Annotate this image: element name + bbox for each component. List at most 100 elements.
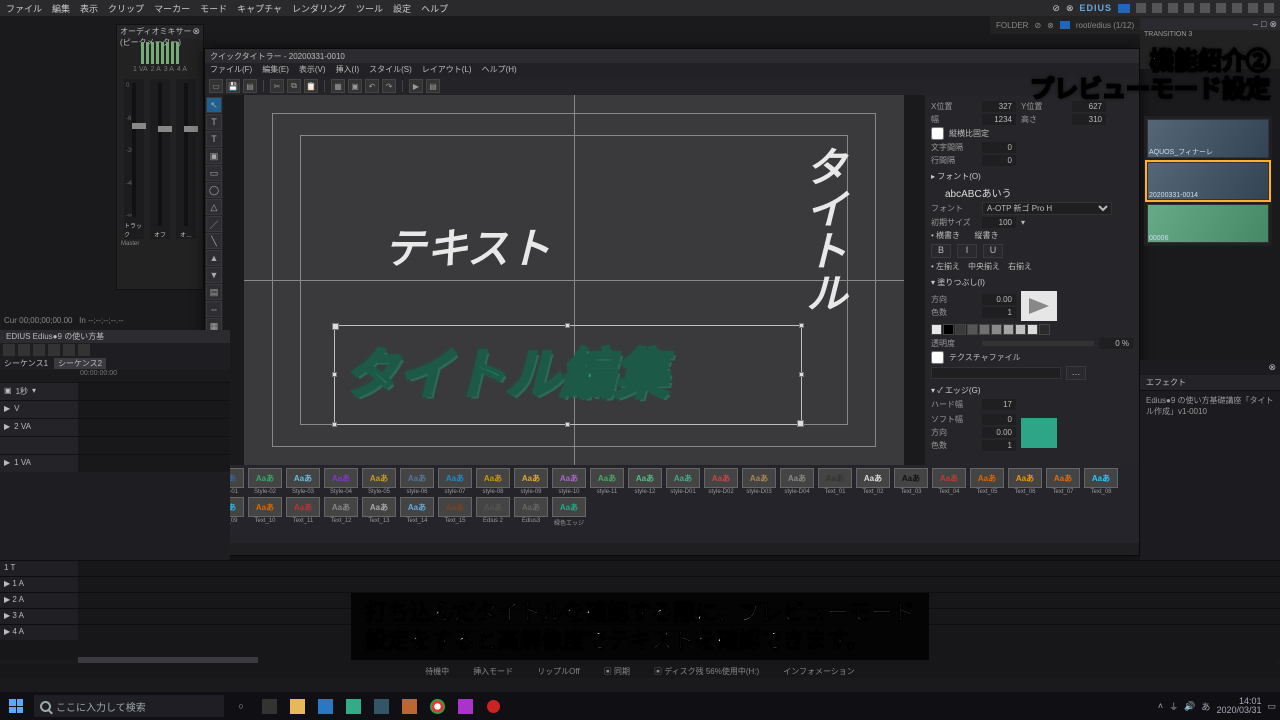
layout-icon[interactable] bbox=[1168, 3, 1178, 13]
style-preset[interactable]: AaあText_06 bbox=[1007, 468, 1043, 495]
select-tool-icon[interactable]: ↖ bbox=[206, 97, 222, 113]
style-preset[interactable]: AaあStyle-05 bbox=[361, 468, 397, 495]
paste-icon[interactable]: 📋 bbox=[304, 79, 318, 93]
style-preset[interactable]: Aaあstyle-08 bbox=[475, 468, 511, 495]
font-select[interactable]: A-OTP 新ゴ Pro H bbox=[982, 202, 1112, 215]
sample-text-v[interactable]: タイトル bbox=[793, 145, 854, 313]
app-icon[interactable] bbox=[398, 695, 420, 717]
texture-checkbox[interactable] bbox=[931, 351, 944, 364]
color-swatch[interactable] bbox=[991, 324, 1002, 335]
grid-icon[interactable] bbox=[1136, 3, 1146, 13]
size-value[interactable]: 100 bbox=[982, 217, 1016, 228]
track-header[interactable]: ▣1秒▾ bbox=[0, 383, 78, 400]
track-header[interactable] bbox=[0, 437, 78, 454]
menu-tools[interactable]: ツール bbox=[356, 2, 383, 15]
lock-aspect-checkbox[interactable] bbox=[931, 127, 944, 140]
layout-icon[interactable] bbox=[1232, 3, 1242, 13]
minimize-icon[interactable]: – bbox=[1253, 19, 1258, 29]
bold-button[interactable]: B bbox=[931, 244, 951, 258]
width-value[interactable]: 1234 bbox=[982, 114, 1016, 125]
ellipse-tool-icon[interactable]: ◯ bbox=[206, 182, 222, 198]
style-preset[interactable]: AaあText_02 bbox=[855, 468, 891, 495]
center-h-icon[interactable]: ⇔ bbox=[206, 301, 222, 317]
close-icon[interactable]: ⊘ bbox=[1052, 3, 1060, 14]
color-swatch[interactable] bbox=[955, 324, 966, 335]
style-preset[interactable]: Aaあstyle-10 bbox=[551, 468, 587, 495]
style-preset[interactable]: AaあText_11 bbox=[285, 497, 321, 527]
new-icon[interactable]: ▭ bbox=[209, 79, 223, 93]
style-preset[interactable]: AaあStyle-02 bbox=[247, 468, 283, 495]
taskview-icon[interactable] bbox=[258, 695, 280, 717]
track-header[interactable]: ▶V bbox=[0, 401, 78, 418]
menu-edit[interactable]: 編集 bbox=[52, 2, 70, 15]
copy-icon[interactable]: ⧉ bbox=[287, 79, 301, 93]
track-lane[interactable] bbox=[78, 577, 1280, 592]
timeline-ruler[interactable]: 00:00:00:00 bbox=[0, 370, 230, 382]
fill-direction-swatch[interactable] bbox=[1021, 291, 1057, 321]
color-swatch[interactable] bbox=[967, 324, 978, 335]
track-lane[interactable] bbox=[78, 401, 230, 418]
style-preset[interactable]: AaあText_13 bbox=[361, 497, 397, 527]
style-preset[interactable]: AaあStyle-04 bbox=[323, 468, 359, 495]
style-preset[interactable]: AaあText_12 bbox=[323, 497, 359, 527]
ime-indicator[interactable]: あ bbox=[1201, 700, 1210, 713]
maximize-icon[interactable]: □ bbox=[1261, 19, 1266, 29]
edge-dir-value[interactable]: 0.00 bbox=[982, 427, 1016, 438]
undo-icon[interactable]: ↶ bbox=[365, 79, 379, 93]
sequence-1-tab[interactable]: シーケンス1 bbox=[4, 358, 48, 369]
track-lane[interactable] bbox=[78, 383, 230, 400]
track-lane[interactable] bbox=[78, 561, 1280, 576]
title-object[interactable]: タイトル編集 bbox=[344, 330, 668, 409]
record-icon[interactable] bbox=[482, 695, 504, 717]
send-back-icon[interactable]: ▼ bbox=[206, 267, 222, 283]
align-left-radio[interactable]: • 左揃え bbox=[931, 261, 960, 272]
redo-icon[interactable]: ↷ bbox=[382, 79, 396, 93]
triangle-tool-icon[interactable]: △ bbox=[206, 199, 222, 215]
qt-menu-file[interactable]: ファイル(F) bbox=[210, 64, 252, 76]
menu-settings[interactable]: 設定 bbox=[393, 2, 411, 15]
explorer-icon[interactable] bbox=[286, 695, 308, 717]
grid-icon[interactable]: ▦ bbox=[331, 79, 345, 93]
menu-file[interactable]: ファイル bbox=[6, 2, 42, 15]
style-preset[interactable]: AaあText_15 bbox=[437, 497, 473, 527]
seq-tool-icon[interactable] bbox=[48, 344, 60, 356]
style-preset[interactable]: AaあText_03 bbox=[893, 468, 929, 495]
open-icon[interactable]: ▤ bbox=[243, 79, 257, 93]
sequence-tab[interactable]: EDIUS Edius●9 の使い方基 bbox=[6, 331, 104, 342]
track-header[interactable]: ▶1 VA bbox=[0, 455, 78, 472]
style-preset[interactable]: AaあEdius3 bbox=[513, 497, 549, 527]
taskbar-search[interactable]: ここに入力して検索 bbox=[34, 695, 224, 717]
menu-mode[interactable]: モード bbox=[200, 2, 227, 15]
bin-clip[interactable]: 20200331-0014 bbox=[1147, 162, 1269, 201]
folder-icon[interactable] bbox=[1118, 4, 1130, 13]
fader-1[interactable]: 0-6-20-40-∞ トラック bbox=[124, 79, 144, 239]
menu-marker[interactable]: マーカー bbox=[154, 2, 190, 15]
layout-icon[interactable] bbox=[1152, 3, 1162, 13]
orient-v-radio[interactable]: 縦書き bbox=[974, 230, 998, 241]
style-preset[interactable]: Aaあstyle-D03 bbox=[741, 468, 777, 495]
style-preset[interactable]: Aaあstyle-09 bbox=[513, 468, 549, 495]
texture-path-input[interactable] bbox=[931, 367, 1061, 379]
fader-2[interactable]: オフ bbox=[150, 79, 170, 239]
color-swatch[interactable] bbox=[1015, 324, 1026, 335]
layout-icon[interactable] bbox=[1200, 3, 1210, 13]
style-preset[interactable]: Aaあstyle-11 bbox=[589, 468, 625, 495]
color-swatch[interactable] bbox=[1003, 324, 1014, 335]
style-preset[interactable]: AaあStyle-03 bbox=[285, 468, 321, 495]
cut-icon[interactable]: ✂ bbox=[270, 79, 284, 93]
xpos-value[interactable]: 327 bbox=[982, 101, 1016, 112]
color-swatch[interactable] bbox=[1039, 324, 1050, 335]
menu-clip[interactable]: クリップ bbox=[108, 2, 144, 15]
tray-chevron-icon[interactable]: ˄ bbox=[1158, 701, 1163, 711]
folder-icon[interactable] bbox=[1060, 21, 1070, 29]
section-edge[interactable]: ▾ ✓ エッジ(G) bbox=[931, 385, 1133, 396]
rect-tool-icon[interactable]: ▭ bbox=[206, 165, 222, 181]
color-swatch[interactable] bbox=[979, 324, 990, 335]
style-preset[interactable]: AaあText_04 bbox=[931, 468, 967, 495]
height-value[interactable]: 310 bbox=[1072, 114, 1106, 125]
style-preset[interactable]: AaあEdius 2 bbox=[475, 497, 511, 527]
seq-tool-icon[interactable] bbox=[18, 344, 30, 356]
transitions-tab[interactable]: TRANSITION 3 bbox=[1140, 30, 1280, 39]
color-swatch[interactable] bbox=[943, 324, 954, 335]
status-info[interactable]: インフォメーション bbox=[783, 666, 855, 677]
